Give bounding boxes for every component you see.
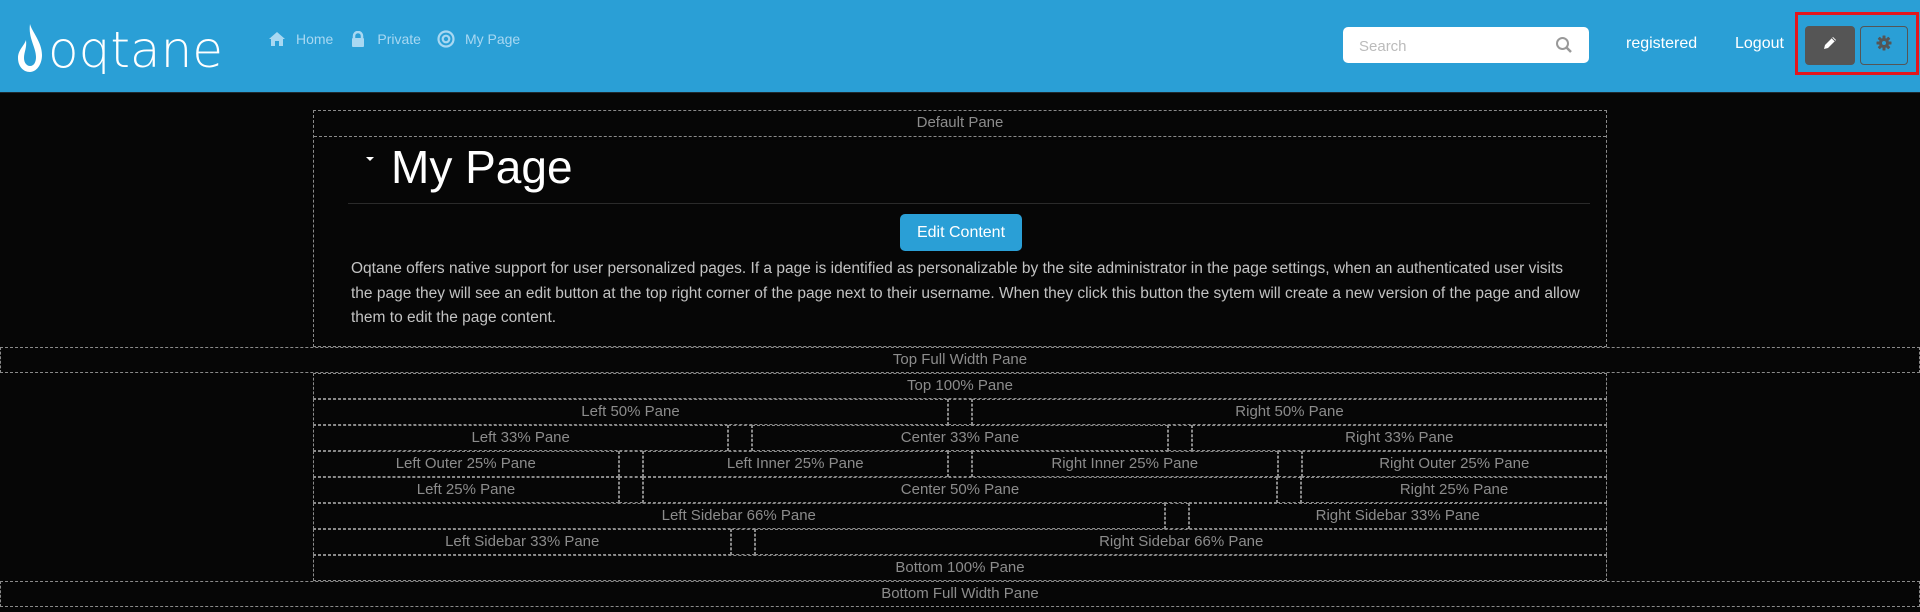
pane-row-top-100: Top 100% Pane xyxy=(313,373,1607,399)
lock-icon xyxy=(349,30,367,48)
left-50-pane: Left 50% Pane xyxy=(313,399,948,425)
top-navbar: oqtane Home Private My Page register xyxy=(0,0,1920,93)
search-box xyxy=(1343,27,1589,65)
module-actions-caret[interactable] xyxy=(366,157,374,161)
pane-gutter xyxy=(948,451,972,477)
module-title: My Page xyxy=(391,141,573,193)
right-outer-25-pane: Right Outer 25% Pane xyxy=(1301,451,1607,477)
left-outer-25-pane: Left Outer 25% Pane xyxy=(313,451,619,477)
home-icon xyxy=(268,30,286,48)
center-50-pane: Center 50% Pane xyxy=(642,477,1278,503)
pane-gutter xyxy=(618,477,643,503)
search-icon[interactable] xyxy=(1555,36,1573,54)
left-sidebar-66-pane: Left Sidebar 66% Pane xyxy=(313,503,1165,529)
default-pane: Default Pane My Page Edit Content Oqtane… xyxy=(313,110,1607,347)
pane-gutter xyxy=(948,399,972,425)
pane-gutter xyxy=(728,425,753,451)
username-link[interactable]: registered xyxy=(1626,35,1697,53)
bottom-full-width-pane: Bottom Full Width Pane xyxy=(0,581,1920,607)
right-33-pane: Right 33% Pane xyxy=(1191,425,1607,451)
logout-link[interactable]: Logout xyxy=(1735,35,1784,53)
title-divider xyxy=(348,203,1590,204)
top-full-width-pane: Top Full Width Pane xyxy=(0,347,1920,373)
right-25-pane: Right 25% Pane xyxy=(1301,477,1607,503)
gear-icon xyxy=(1876,35,1892,56)
module-container: My Page Edit Content Oqtane offers nativ… xyxy=(314,136,1606,346)
oqtane-logo[interactable]: oqtane xyxy=(16,22,241,74)
right-inner-25-pane: Right Inner 25% Pane xyxy=(972,451,1278,477)
center-33-pane: Center 33% Pane xyxy=(752,425,1168,451)
edit-page-button[interactable] xyxy=(1805,26,1855,65)
page-settings-button[interactable] xyxy=(1860,26,1908,65)
target-icon xyxy=(437,30,455,48)
right-50-pane: Right 50% Pane xyxy=(972,399,1607,425)
right-sidebar-33-pane: Right Sidebar 33% Pane xyxy=(1188,503,1607,529)
pane-row-66-33: Left Sidebar 66% Pane Right Sidebar 33% … xyxy=(313,503,1607,529)
top-full-width-pane-label: Top Full Width Pane xyxy=(892,351,1028,368)
pane-gutter xyxy=(1277,477,1302,503)
pane-gutter xyxy=(1164,503,1189,529)
main-nav: Home Private My Page xyxy=(268,30,536,48)
bottom-100-pane: Bottom 100% Pane xyxy=(313,555,1607,581)
left-sidebar-33-pane: Left Sidebar 33% Pane xyxy=(313,529,732,555)
pane-row-bottom-100: Bottom 100% Pane xyxy=(313,555,1607,581)
svg-text:oqtane: oqtane xyxy=(48,22,223,74)
pencil-icon xyxy=(1822,35,1838,56)
nav-home[interactable]: Home xyxy=(268,30,333,48)
nav-my-page-label: My Page xyxy=(464,31,521,47)
search-input[interactable] xyxy=(1357,27,1551,65)
module-body-text: Oqtane offers native support for user pe… xyxy=(351,260,1580,326)
left-25-pane: Left 25% Pane xyxy=(313,477,619,503)
bottom-full-width-pane-label: Bottom Full Width Pane xyxy=(881,585,1039,602)
pane-row-25-25-25-25: Left Outer 25% Pane Left Inner 25% Pane … xyxy=(313,451,1607,477)
pane-row-33-33-33: Left 33% Pane Center 33% Pane Right 33% … xyxy=(313,425,1607,451)
nav-private[interactable]: Private xyxy=(349,30,421,48)
pane-gutter xyxy=(1277,451,1302,477)
pane-gutter xyxy=(731,529,756,555)
edit-content-button[interactable]: Edit Content xyxy=(900,214,1022,251)
left-33-pane: Left 33% Pane xyxy=(313,425,729,451)
nav-private-label: Private xyxy=(377,31,421,47)
default-pane-label: Default Pane xyxy=(916,114,1004,131)
pane-row-50-50: Left 50% Pane Right 50% Pane xyxy=(313,399,1607,425)
nav-my-page[interactable]: My Page xyxy=(437,30,520,48)
left-inner-25-pane: Left Inner 25% Pane xyxy=(642,451,948,477)
oqtane-logo-icon: oqtane xyxy=(18,22,223,74)
nav-home-label: Home xyxy=(296,31,334,47)
right-sidebar-66-pane: Right Sidebar 66% Pane xyxy=(755,529,1607,555)
pane-row-33-66: Left Sidebar 33% Pane Right Sidebar 66% … xyxy=(313,529,1607,555)
pane-row-25-50-25: Left 25% Pane Center 50% Pane Right 25% … xyxy=(313,477,1607,503)
top-100-pane: Top 100% Pane xyxy=(313,373,1607,399)
pane-gutter xyxy=(618,451,643,477)
pane-gutter xyxy=(1167,425,1192,451)
